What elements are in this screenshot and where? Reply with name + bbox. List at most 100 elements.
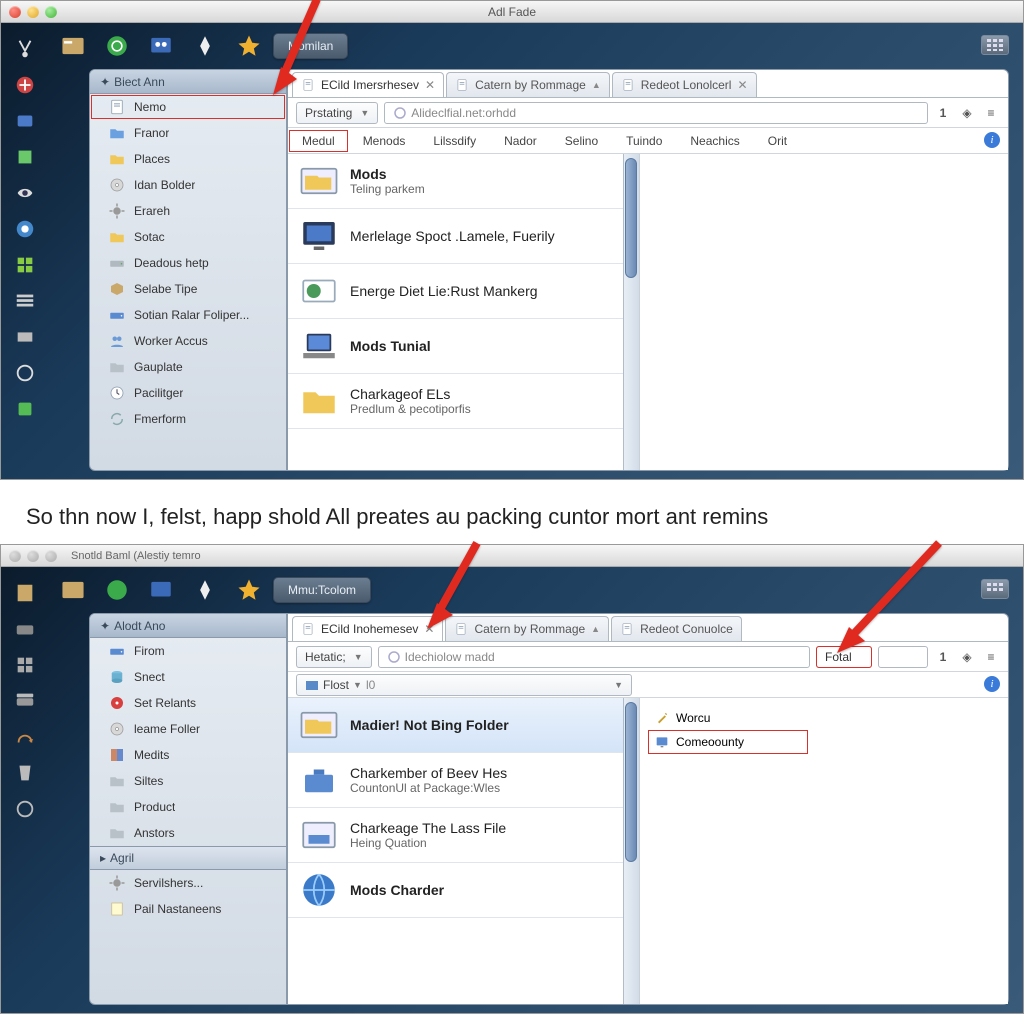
dock-icon[interactable] bbox=[11, 723, 39, 751]
dock-icon[interactable] bbox=[11, 323, 39, 351]
tab[interactable]: Catern by Rommage▲ bbox=[445, 616, 609, 641]
sidebar-item[interactable]: Pacilitger bbox=[90, 380, 286, 406]
info-icon[interactable]: i bbox=[984, 676, 1000, 692]
dock-icon[interactable] bbox=[11, 651, 39, 679]
app-pill-button[interactable]: Mmu:Tcolom bbox=[273, 577, 371, 603]
detail-side-item[interactable]: Comeoounty bbox=[648, 730, 808, 754]
menu-item[interactable]: Tuindo bbox=[612, 129, 676, 153]
dock-icon[interactable] bbox=[11, 359, 39, 387]
info-icon[interactable]: i bbox=[984, 132, 1000, 148]
address-menu-icon[interactable]: ≡ bbox=[982, 104, 1000, 122]
address-field-2[interactable]: Fotal bbox=[816, 646, 872, 668]
sidebar-item[interactable]: Anstors bbox=[90, 820, 286, 846]
app-pill-button[interactable]: Momilan bbox=[273, 33, 348, 59]
list-item[interactable]: Madier! Not Bing Folder bbox=[288, 698, 639, 753]
sidebar-item[interactable]: Medits bbox=[90, 742, 286, 768]
toolbar-icon[interactable] bbox=[229, 575, 269, 605]
toolbar-icon[interactable] bbox=[53, 575, 93, 605]
sidebar-item[interactable]: Snect bbox=[90, 664, 286, 690]
sidebar-item[interactable]: Siltes bbox=[90, 768, 286, 794]
tab[interactable]: Redeot Lonolcerl✕ bbox=[612, 72, 757, 97]
dock-icon[interactable] bbox=[11, 107, 39, 135]
address-dropdown[interactable]: Hetatic;▼ bbox=[296, 646, 372, 668]
filter-dropdown[interactable]: Flost ▼ l0 ▼ bbox=[296, 674, 632, 696]
dock-icon[interactable] bbox=[11, 579, 39, 607]
menu-item[interactable]: Medul bbox=[288, 129, 349, 153]
tab-options-icon[interactable]: ▲ bbox=[592, 80, 601, 90]
list-item[interactable]: Charkageof ELsPredlum & pecotiporfis bbox=[288, 374, 639, 429]
toolbar-icon[interactable] bbox=[185, 575, 225, 605]
list-item[interactable]: Merlelage Spoct .Lamele, Fuerily bbox=[288, 209, 639, 264]
sidebar-item[interactable]: Servilshers... bbox=[90, 870, 286, 896]
list-item[interactable]: Mods Charder bbox=[288, 863, 639, 918]
sidebar-item[interactable]: Nemo bbox=[90, 94, 286, 120]
list-item[interactable]: Mods Tunial bbox=[288, 319, 639, 374]
address-menu-icon[interactable]: ≡ bbox=[982, 648, 1000, 666]
scrollbar[interactable] bbox=[623, 698, 639, 1004]
dock-icon[interactable] bbox=[11, 215, 39, 243]
address-field[interactable]: Idechiolow madd bbox=[378, 646, 810, 668]
minimize-traffic-light[interactable] bbox=[27, 550, 39, 562]
toolbar-icon[interactable] bbox=[185, 31, 225, 61]
menu-item[interactable]: Orit bbox=[754, 129, 801, 153]
sidebar-item[interactable]: Product bbox=[90, 794, 286, 820]
address-field[interactable]: Alideclfial.net:orhdd bbox=[384, 102, 928, 124]
sidebar-item[interactable]: Sotian Ralar Foliper... bbox=[90, 302, 286, 328]
tab-close-icon[interactable]: ✕ bbox=[737, 78, 747, 92]
address-diamond-icon[interactable]: ◈ bbox=[958, 648, 976, 666]
grid-view-button[interactable] bbox=[981, 579, 1009, 599]
address-dropdown[interactable]: Prstating▼ bbox=[296, 102, 378, 124]
toolbar-icon[interactable] bbox=[229, 31, 269, 61]
tab[interactable]: Catern by Rommage▲ bbox=[446, 72, 610, 97]
tab-close-icon[interactable]: ✕ bbox=[424, 622, 434, 636]
dock-icon[interactable] bbox=[11, 395, 39, 423]
toolbar-icon[interactable] bbox=[97, 31, 137, 61]
menu-item[interactable]: Nador bbox=[490, 129, 551, 153]
sidebar-item[interactable]: Sotac bbox=[90, 224, 286, 250]
dock-icon[interactable] bbox=[11, 251, 39, 279]
tab[interactable]: ECild Inohemesev✕ bbox=[292, 616, 443, 641]
sidebar-item[interactable]: Worker Accus bbox=[90, 328, 286, 354]
dock-icon[interactable] bbox=[11, 179, 39, 207]
close-traffic-light[interactable] bbox=[9, 550, 21, 562]
scrollbar[interactable] bbox=[623, 154, 639, 470]
sidebar-item[interactable]: Idan Bolder bbox=[90, 172, 286, 198]
scrollbar-thumb[interactable] bbox=[625, 158, 637, 278]
toolbar-icon[interactable] bbox=[97, 575, 137, 605]
zoom-traffic-light[interactable] bbox=[45, 550, 57, 562]
sidebar-item[interactable]: Selabe Tipe bbox=[90, 276, 286, 302]
sidebar-item[interactable]: Erareh bbox=[90, 198, 286, 224]
list-item[interactable]: Energe Diet Lie:Rust Mankerg bbox=[288, 264, 639, 319]
toolbar-icon[interactable] bbox=[53, 31, 93, 61]
toolbar-icon[interactable] bbox=[141, 31, 181, 61]
grid-view-button[interactable] bbox=[981, 35, 1009, 55]
dock-icon[interactable] bbox=[11, 143, 39, 171]
dock-icon[interactable] bbox=[11, 71, 39, 99]
detail-side-item[interactable]: Worcu bbox=[648, 706, 808, 730]
sidebar-item[interactable]: leame Foller bbox=[90, 716, 286, 742]
menu-item[interactable]: Menods bbox=[349, 129, 420, 153]
dock-icon[interactable] bbox=[11, 35, 39, 63]
dock-icon[interactable] bbox=[11, 795, 39, 823]
toolbar-icon[interactable] bbox=[141, 575, 181, 605]
menu-item[interactable]: Selino bbox=[551, 129, 612, 153]
dock-icon[interactable] bbox=[11, 687, 39, 715]
menu-item[interactable]: Lilssdify bbox=[419, 129, 490, 153]
dock-icon[interactable] bbox=[11, 759, 39, 787]
address-field-blank[interactable] bbox=[878, 646, 928, 668]
tab-options-icon[interactable]: ▲ bbox=[591, 624, 600, 634]
sidebar-item[interactable]: Fmerform bbox=[90, 406, 286, 432]
dock-icon[interactable] bbox=[11, 287, 39, 315]
menu-item[interactable]: Neachics bbox=[676, 129, 753, 153]
tab[interactable]: ECild Imersrhesev✕ bbox=[292, 72, 444, 97]
sidebar-item[interactable]: Set Relants bbox=[90, 690, 286, 716]
address-diamond-icon[interactable]: ◈ bbox=[958, 104, 976, 122]
tab[interactable]: Redeot Conuolce bbox=[611, 616, 742, 641]
sidebar-item[interactable]: Gauplate bbox=[90, 354, 286, 380]
sidebar-item[interactable]: Pail Nastaneens bbox=[90, 896, 286, 922]
sidebar-item[interactable]: Deadous hetp bbox=[90, 250, 286, 276]
scrollbar-thumb[interactable] bbox=[625, 702, 637, 862]
sidebar-item[interactable]: Firom bbox=[90, 638, 286, 664]
list-item[interactable]: Charkember of Beev HesCountonUl at Packa… bbox=[288, 753, 639, 808]
sidebar-item[interactable]: Places bbox=[90, 146, 286, 172]
